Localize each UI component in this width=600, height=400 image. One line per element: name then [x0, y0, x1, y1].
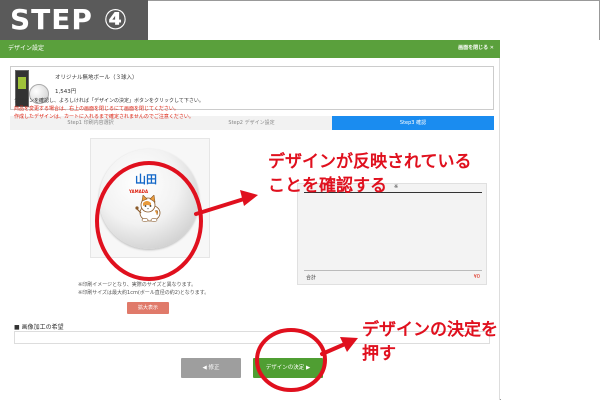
order-summary: ※ 合計 ¥0	[297, 183, 487, 285]
background-area	[501, 40, 600, 400]
callout-line: デザインが反映されている	[268, 152, 472, 172]
tab-step3[interactable]: Step3 確認	[332, 116, 494, 130]
callout-line: 押す	[362, 344, 396, 364]
product-name: オリジナル無地ボール（３球入）	[55, 75, 138, 81]
modal-title: デザイン設定	[8, 45, 45, 52]
close-screen-link[interactable]: 画面を閉じる ✕	[458, 44, 494, 51]
instruction-line: デザインを確認し、よろしければ「デザインの決定」ボタンをクリックして下さい。	[14, 98, 204, 104]
total-value: ¥0	[473, 274, 480, 280]
image-edit-request-label: ■ 画像加工の希望	[14, 324, 64, 331]
summary-divider	[304, 270, 482, 271]
step-header: STEP ④	[0, 0, 148, 40]
print-note: ※印刷イメージとなり、実際のサイズと異なります。 ※印刷サイズは最大約1cm(ボ…	[78, 281, 278, 297]
callout-confirm-reflect: デザインが反映されている ことを確認する	[268, 150, 472, 198]
golf-ball-preview: 山田 YAMADA	[99, 149, 199, 249]
instruction-warning: 商品を変更する場合は、右上の画面を閉じるにて画面を閉じてください。	[14, 106, 179, 112]
total-label: 合計	[306, 275, 317, 281]
ball-name-text: 山田	[135, 173, 157, 186]
modal-header: デザイン設定 画面を閉じる ✕	[0, 40, 500, 58]
instruction-warning: 作成したデザインは、カートに入れるまで確定されませんのでご注意ください。	[14, 114, 194, 120]
decide-design-button[interactable]: デザインの決定 ▶	[253, 358, 323, 378]
enlarge-button[interactable]: 拡大表示	[127, 302, 169, 314]
callout-press-decide: デザインの決定を 押す	[362, 318, 498, 366]
fix-button[interactable]: ◀ 修正	[181, 358, 241, 378]
print-note-line: ※印刷サイズは最大約1cm(ボール直径の約2)となります。	[78, 290, 210, 296]
print-note-line: ※印刷イメージとなり、実際のサイズと異なります。	[78, 282, 197, 288]
cat-illustration-icon	[135, 195, 161, 222]
ball-sub-text: YAMADA	[129, 189, 149, 194]
product-price: 1,543円	[55, 89, 77, 95]
instructions: デザインを確認し、よろしければ「デザインの決定」ボタンをクリックして下さい。 商…	[14, 97, 314, 121]
design-preview: 山田 YAMADA	[90, 138, 210, 258]
callout-line: デザインの決定を	[362, 320, 498, 340]
callout-line: ことを確認する	[268, 176, 387, 196]
